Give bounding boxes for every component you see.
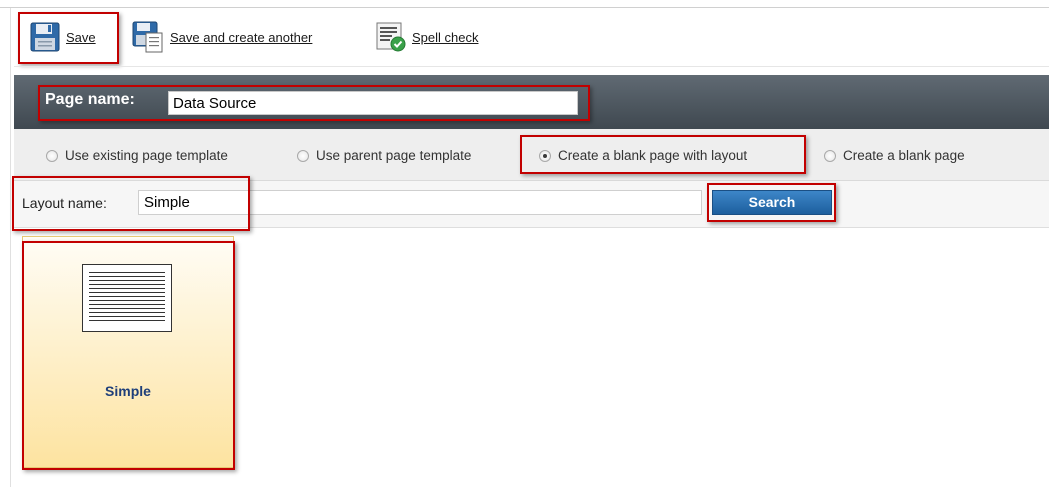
spell-check-label[interactable]: Spell check <box>412 30 478 45</box>
search-button-highlight <box>707 183 836 222</box>
radio-label: Use existing page template <box>65 148 228 163</box>
save-and-create-another-label[interactable]: Save and create another <box>170 30 312 45</box>
top-divider <box>0 7 1049 8</box>
layout-name-highlight <box>12 176 250 231</box>
spell-check-button[interactable]: Spell check <box>376 20 478 54</box>
radio-button[interactable] <box>297 149 309 162</box>
left-border <box>10 8 11 487</box>
radio-use-parent-template[interactable]: Use parent page template <box>297 148 471 163</box>
radio-label: Use parent page template <box>316 148 472 163</box>
layout-tile-highlight <box>22 241 235 470</box>
save-highlight <box>18 12 119 64</box>
radio-label: Create a blank page <box>843 148 965 163</box>
radio-use-existing-template[interactable]: Use existing page template <box>46 148 228 163</box>
blank-with-layout-highlight <box>520 135 806 174</box>
floppy-new-document-icon <box>132 21 163 53</box>
radio-button[interactable] <box>824 149 836 162</box>
save-and-create-another-button[interactable]: Save and create another <box>132 20 312 54</box>
spell-check-icon <box>376 22 406 52</box>
radio-button[interactable] <box>46 149 58 162</box>
radio-create-blank-page[interactable]: Create a blank page <box>824 148 965 163</box>
page-name-highlight <box>38 85 590 121</box>
toolbar-divider <box>14 66 1049 67</box>
